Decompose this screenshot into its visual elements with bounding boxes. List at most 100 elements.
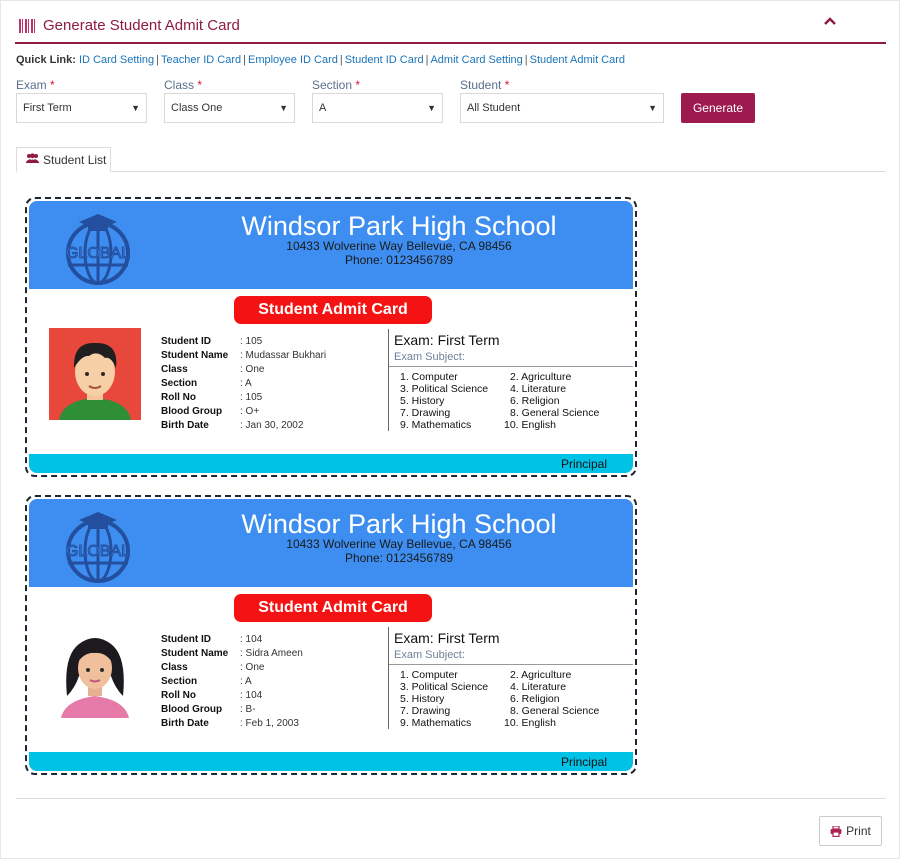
generate-button[interactable]: Generate xyxy=(681,93,755,123)
value-class: : One xyxy=(240,662,265,673)
quick-links: Quick Link: ID Card Setting | Teacher ID C… xyxy=(16,54,626,66)
label-roll-no: Roll No xyxy=(161,392,196,403)
student-info-table: Student ID: 105 Student Name: Mudassar B… xyxy=(161,335,326,433)
link-teacher-id-card[interactable]: Teacher ID Card xyxy=(161,54,241,66)
value-roll-no: : 105 xyxy=(240,392,263,403)
label-blood-group: Blood Group xyxy=(161,406,223,417)
female-student-avatar xyxy=(49,626,141,718)
label-student-id: Student ID xyxy=(161,336,211,347)
subject-item: 7. Drawing xyxy=(400,407,451,419)
subject-item: 8. General Science xyxy=(510,705,600,717)
value-birth-date: : Feb 1, 2003 xyxy=(240,718,299,729)
logo-text: GLOBAL xyxy=(66,245,130,262)
page-title-wrap: Generate Student Admit Card xyxy=(19,17,240,34)
subject-item: 1. Computer xyxy=(400,371,458,383)
card-header: GLOBAL Windsor Park High School 10433 Wo… xyxy=(29,201,633,289)
subject-item: 4. Literature xyxy=(510,681,567,693)
panel-header: Generate Student Admit Card xyxy=(15,11,886,44)
subject-item: 10. English xyxy=(504,717,556,729)
link-student-id-card[interactable]: Student ID Card xyxy=(345,54,424,66)
value-student-id: : 104 xyxy=(240,634,263,645)
class-label: Class * xyxy=(164,78,203,92)
dropdown-arrow-icon: ▼ xyxy=(279,103,288,113)
male-student-avatar xyxy=(49,328,141,420)
print-label: Print xyxy=(846,824,871,838)
admit-card: GLOBAL Windsor Park High School 10433 Wo… xyxy=(25,197,637,477)
subject-item: 5. History xyxy=(400,395,445,407)
principal-label: Principal xyxy=(560,755,607,769)
exam-select[interactable]: First Term ▼ xyxy=(16,93,147,123)
label-blood-group: Blood Group xyxy=(161,704,223,715)
subject-item: 8. General Science xyxy=(510,407,600,419)
printer-icon xyxy=(830,825,842,837)
admit-card-title: Student Admit Card xyxy=(234,296,432,324)
card-header: GLOBAL Windsor Park High School 10433 Wo… xyxy=(29,499,633,587)
tab-student-list[interactable]: Student List xyxy=(16,147,111,172)
school-name: Windsor Park High School xyxy=(241,509,557,539)
subject-item: 9. Mathematics xyxy=(400,419,472,431)
globe-logo: GLOBAL xyxy=(65,512,131,583)
card-footer: Principal xyxy=(29,454,633,473)
barcode-icon xyxy=(19,18,37,33)
value-student-name: : Mudassar Bukhari xyxy=(240,350,327,361)
subject-item: 3. Political Science xyxy=(400,383,489,395)
dropdown-arrow-icon: ▼ xyxy=(648,103,657,113)
link-student-admit-card[interactable]: Student Admit Card xyxy=(530,54,625,66)
users-icon xyxy=(26,153,39,163)
tab-divider xyxy=(16,171,886,172)
admit-card: GLOBAL Windsor Park High School 10433 Wo… xyxy=(25,495,637,775)
print-button[interactable]: Print xyxy=(819,816,882,846)
student-label: Student * xyxy=(460,78,510,92)
divider xyxy=(389,664,633,665)
label-class: Class xyxy=(161,662,188,673)
school-address: 10433 Wolverine Way Bellevue, CA 98456 xyxy=(286,239,512,253)
value-birth-date: : Jan 30, 2002 xyxy=(240,420,304,431)
value-class: : One xyxy=(240,364,265,375)
label-roll-no: Roll No xyxy=(161,690,196,701)
tab-student-list-label: Student List xyxy=(43,153,107,167)
admit-card-panel: Generate Student Admit Card Quick Link: … xyxy=(0,0,900,859)
link-employee-id-card[interactable]: Employee ID Card xyxy=(248,54,338,66)
link-id-card-setting[interactable]: ID Card Setting xyxy=(79,54,154,66)
label-student-name: Student Name xyxy=(161,648,229,659)
subject-item: 1. Computer xyxy=(400,669,458,681)
chevron-up-icon[interactable] xyxy=(822,14,838,30)
value-blood-group: : O+ xyxy=(240,406,260,417)
exam-title: Exam: First Term xyxy=(394,630,500,646)
label-class: Class xyxy=(161,364,188,375)
link-admit-card-setting[interactable]: Admit Card Setting xyxy=(430,54,522,66)
value-student-name: : Sidra Ameen xyxy=(240,648,303,659)
value-student-id: : 105 xyxy=(240,336,263,347)
logo-text: GLOBAL xyxy=(66,543,130,560)
label-section: Section xyxy=(161,378,198,389)
footer-divider xyxy=(16,798,886,799)
school-address: 10433 Wolverine Way Bellevue, CA 98456 xyxy=(286,537,512,551)
globe-logo: GLOBAL xyxy=(65,214,131,285)
value-section: : A xyxy=(240,676,252,687)
label-birth-date: Birth Date xyxy=(161,718,209,729)
student-info-table: Student ID: 104 Student Name: Sidra Amee… xyxy=(161,633,303,731)
value-blood-group: : B- xyxy=(240,704,256,715)
subject-item: 6. Religion xyxy=(510,693,560,705)
exam-title: Exam: First Term xyxy=(394,332,500,348)
student-select[interactable]: All Student ▼ xyxy=(460,93,664,123)
subject-item: 9. Mathematics xyxy=(400,717,472,729)
label-section: Section xyxy=(161,676,198,687)
subject-item: 2. Agriculture xyxy=(510,669,572,681)
section-label: Section * xyxy=(312,78,361,92)
school-phone: Phone: 0123456789 xyxy=(344,551,454,565)
principal-label: Principal xyxy=(560,457,607,471)
exam-label: Exam * xyxy=(16,78,55,92)
label-birth-date: Birth Date xyxy=(161,420,209,431)
dropdown-arrow-icon: ▼ xyxy=(427,103,436,113)
subject-item: 3. Political Science xyxy=(400,681,489,693)
divider xyxy=(389,366,633,367)
admit-card-title: Student Admit Card xyxy=(234,594,432,622)
section-select[interactable]: A ▼ xyxy=(312,93,443,123)
class-select[interactable]: Class One ▼ xyxy=(164,93,295,123)
divider xyxy=(388,627,389,729)
subject-item: 5. History xyxy=(400,693,445,705)
subject-item: 7. Drawing xyxy=(400,705,451,717)
dropdown-arrow-icon: ▼ xyxy=(131,103,140,113)
quick-links-label: Quick Link: xyxy=(16,54,76,66)
